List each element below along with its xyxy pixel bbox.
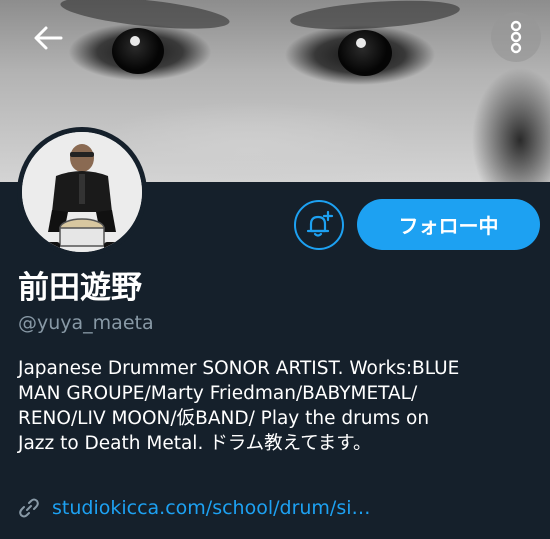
following-button-label: フォロー中: [398, 214, 499, 238]
profile-display-name: 前田遊野: [18, 270, 142, 306]
banner-eye-glint-left: [130, 36, 140, 46]
bio-line: RENO/LIV MOON/仮BAND/ Play the drums on: [18, 408, 430, 429]
vertical-dots-icon: [510, 20, 522, 54]
profile-avatar[interactable]: [17, 127, 147, 257]
banner-eyebrow-right: [289, 0, 461, 34]
website-link[interactable]: studiokicca.com/school/drum/si…: [52, 497, 371, 519]
notification-toggle-button[interactable]: [294, 200, 344, 250]
avatar-photo: [22, 132, 142, 252]
profile-bio: Japanese Drummer SONOR ARTIST. Works:BLU…: [18, 356, 538, 456]
bell-plus-icon: [306, 210, 334, 237]
bio-line: Japanese Drummer SONOR ARTIST. Works:BLU…: [18, 358, 460, 379]
following-button[interactable]: フォロー中: [357, 199, 540, 250]
banner-eye-glint-right: [356, 38, 366, 48]
profile-website[interactable]: studiokicca.com/school/drum/si…: [18, 497, 371, 519]
back-button[interactable]: [26, 18, 70, 58]
banner-eye-right: [338, 30, 392, 76]
bio-line: Jazz to Death Metal. ドラム教えてます。: [18, 433, 372, 454]
link-icon: [18, 497, 40, 519]
arrow-left-icon: [34, 26, 63, 50]
profile-handle: @yuya_maeta: [18, 312, 154, 334]
bio-line: MAN GROUPE/Marty Friedman/BABYMETAL/: [18, 383, 418, 404]
more-options-button[interactable]: [491, 12, 541, 62]
banner-eye-left: [112, 28, 164, 74]
